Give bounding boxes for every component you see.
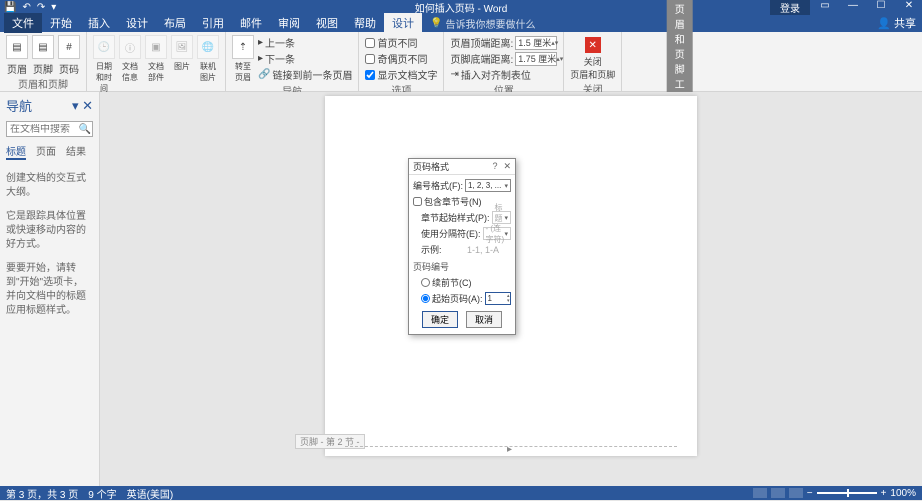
footer-distance[interactable]: 页脚底端距离:1.75 厘米▴▾: [450, 51, 557, 66]
start-at-label: 起始页码(A):: [432, 292, 483, 305]
onlinepic-button[interactable]: 🌐联机图片: [197, 35, 219, 83]
separator-combo: - (连字符)▾: [483, 227, 512, 240]
footer-button[interactable]: ▤页脚: [32, 35, 54, 76]
tab-layout[interactable]: 布局: [156, 13, 194, 33]
datetime-button[interactable]: 🕒日期和时间: [93, 35, 115, 94]
document-title: 如何插入页码 - Word: [415, 0, 508, 15]
chapter-start-label: 章节起始样式(P):: [421, 211, 490, 224]
ribbon: ▤页眉 ▤页脚 #页码 页眉和页脚 🕒日期和时间 ⓘ文档信息 ▣文档部件 🖼图片…: [0, 32, 922, 92]
group-header-footer: 页眉和页脚: [6, 76, 80, 91]
include-chapter-label: 包含章节号(N): [424, 195, 482, 208]
status-lang[interactable]: 英语(美国): [127, 486, 174, 501]
status-page[interactable]: 第 3 页，共 3 页: [6, 486, 78, 501]
login-button[interactable]: 登录: [770, 0, 810, 15]
tell-me[interactable]: 💡告诉我你想要做什么: [430, 16, 535, 31]
tab-view[interactable]: 视图: [308, 13, 346, 33]
tab-home[interactable]: 开始: [42, 13, 80, 33]
view-read-icon[interactable]: [753, 488, 767, 498]
ribbon-tabs: 文件 开始 插入 设计 布局 引用 邮件 审阅 视图 帮助 设计 💡告诉我你想要…: [0, 14, 922, 32]
view-web-icon[interactable]: [789, 488, 803, 498]
tab-review[interactable]: 审阅: [270, 13, 308, 33]
nav-hint1: 创建文档的交互式大纲。: [6, 172, 93, 200]
zoom-slider[interactable]: [817, 492, 877, 494]
nav-prev[interactable]: ▸ 上一条: [258, 35, 352, 50]
cursor-icon: ▸: [507, 444, 512, 455]
qat-redo-icon[interactable]: ↷: [37, 2, 45, 13]
example-label: 示例:: [421, 243, 465, 256]
view-print-icon[interactable]: [771, 488, 785, 498]
picture-button[interactable]: 🖼图片: [171, 35, 193, 72]
opt-show-doc[interactable]: 显示文档文字: [365, 67, 437, 82]
nav-tab-pages[interactable]: 页面: [36, 143, 56, 160]
format-label: 编号格式(F):: [413, 179, 463, 192]
maximize-icon[interactable]: ☐: [868, 0, 894, 15]
minimize-icon[interactable]: —: [840, 0, 866, 15]
continue-label: 续前节(C): [432, 276, 472, 289]
nav-search-input[interactable]: [7, 124, 78, 135]
example-value: 1-1, 1-A: [467, 245, 499, 255]
continue-radio[interactable]: [421, 278, 430, 287]
nav-hint2: 它是跟踪具体位置或快速移动内容的好方式。: [6, 210, 93, 252]
ribbon-options-icon[interactable]: ▭: [812, 0, 838, 15]
page-number-format-dialog: 页码格式 ?✕ 编号格式(F): 1, 2, 3, ...▾ 包含章节号(N) …: [408, 158, 516, 335]
contextual-tab-label: 页眉和页脚工具: [667, 0, 693, 107]
opt-odd-even[interactable]: 奇偶页不同: [365, 51, 437, 66]
tab-help[interactable]: 帮助: [346, 13, 384, 33]
goto-header-button[interactable]: ⇡转至页眉: [232, 35, 254, 83]
qat-save-icon[interactable]: 💾: [4, 2, 16, 13]
nav-next[interactable]: ▸ 下一条: [258, 51, 352, 66]
pagenum-button[interactable]: #页码: [58, 35, 80, 76]
dialog-help-icon[interactable]: ?: [492, 161, 497, 172]
status-words[interactable]: 9 个字: [88, 486, 116, 501]
header-button[interactable]: ▤页眉: [6, 35, 28, 76]
titlebar: 💾 ↶ ↷ ▾ 页眉和页脚工具 如何插入页码 - Word 登录 ▭ — ☐ ✕: [0, 0, 922, 14]
include-chapter-checkbox[interactable]: [413, 197, 422, 206]
status-bar: 第 3 页，共 3 页 9 个字 英语(美国) − + 100%: [0, 486, 922, 500]
nav-dropdown-icon[interactable]: ▾ ✕: [72, 98, 93, 114]
nav-tab-headings[interactable]: 标题: [6, 143, 26, 160]
search-icon[interactable]: 🔍: [78, 124, 92, 135]
dialog-title: 页码格式: [413, 160, 449, 173]
opt-first-diff[interactable]: 首页不同: [365, 35, 437, 50]
nav-hint3: 要要开始，请转到"开始"选项卡，并向文档中的标题应用标题样式。: [6, 262, 93, 318]
format-combo[interactable]: 1, 2, 3, ...▾: [465, 179, 511, 192]
nav-search[interactable]: 🔍: [6, 121, 93, 137]
tab-file[interactable]: 文件: [4, 13, 42, 33]
qat-undo-icon[interactable]: ↶: [22, 2, 30, 13]
separator-label: 使用分隔符(E):: [421, 227, 481, 240]
dialog-close-icon[interactable]: ✕: [503, 161, 511, 172]
tab-insert[interactable]: 插入: [80, 13, 118, 33]
start-at-radio[interactable]: [421, 294, 430, 303]
navigation-pane: 导航 ▾ ✕ 🔍 标题 页面 结果 创建文档的交互式大纲。 它是跟踪具体位置或快速…: [0, 92, 100, 486]
docinfo-button[interactable]: ⓘ文档信息: [119, 35, 141, 83]
tab-design[interactable]: 设计: [118, 13, 156, 33]
close-window-icon[interactable]: ✕: [896, 0, 922, 15]
nav-title: 导航: [6, 96, 32, 115]
share-button[interactable]: 👤 共享: [877, 15, 916, 31]
page-numbering-section: 页码编号: [413, 260, 511, 273]
nav-link-prev[interactable]: 🔗 链接到前一条页眉: [258, 67, 352, 82]
tab-references[interactable]: 引用: [194, 13, 232, 33]
cancel-button[interactable]: 取消: [466, 311, 502, 328]
zoom-in-icon[interactable]: +: [881, 488, 887, 499]
close-hf-button[interactable]: ✕关闭 页眉和页脚: [570, 35, 615, 81]
docparts-button[interactable]: ▣文档部件: [145, 35, 167, 83]
nav-tab-results[interactable]: 结果: [66, 143, 86, 160]
tab-hf-design[interactable]: 设计: [384, 13, 422, 33]
start-at-spinner[interactable]: 1▴▾: [485, 292, 511, 305]
ok-button[interactable]: 确定: [422, 311, 458, 328]
qat-more-icon[interactable]: ▾: [51, 2, 56, 13]
header-distance[interactable]: 页眉顶端距离:1.5 厘米▴▾: [450, 35, 557, 50]
zoom-out-icon[interactable]: −: [807, 488, 813, 499]
bulb-icon: 💡: [430, 18, 442, 29]
insert-align-tab[interactable]: ⇥ 插入对齐制表位: [450, 67, 557, 82]
zoom-value[interactable]: 100%: [890, 488, 916, 499]
tab-mailings[interactable]: 邮件: [232, 13, 270, 33]
